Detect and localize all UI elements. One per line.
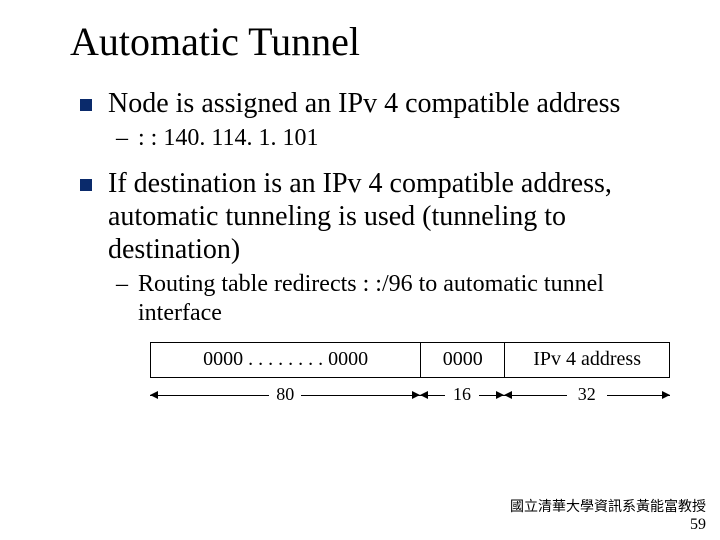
diagram-dimensions: 80 16 32 [150,384,670,406]
bullet-2-text: If destination is an IPv 4 compatible ad… [108,167,670,266]
diagram-cell-1: 0000 . . . . . . . . 0000 [151,343,421,377]
bullet-1-sub-1-text: : : 140. 114. 1. 101 [138,124,318,153]
dim-2: 16 [420,384,503,406]
dim-3: 32 [504,384,670,406]
bullet-2-sub-1-text: Routing table redirects : :/96 to automa… [138,270,670,328]
slide-title: Automatic Tunnel [70,18,670,65]
diagram-cell-3: IPv 4 address [505,343,669,377]
diagram-cell-2: 0000 [421,343,505,377]
address-diagram: 0000 . . . . . . . . 0000 0000 IPv 4 add… [150,342,670,406]
bullet-2-sub-1: – Routing table redirects : :/96 to auto… [116,270,670,328]
dim-1: 80 [150,384,420,406]
footer-org: 國立清華大學資訊系黃能富教授 [510,498,706,515]
page-number: 59 [510,515,706,534]
bullet-1-sub-1: – : : 140. 114. 1. 101 [116,124,670,153]
dim-1-label: 80 [272,384,298,405]
dash-icon: – [116,270,128,299]
bullet-1: Node is assigned an IPv 4 compatible add… [80,87,670,120]
bullet-2: If destination is an IPv 4 compatible ad… [80,167,670,266]
square-bullet-icon [80,99,92,111]
diagram-row: 0000 . . . . . . . . 0000 0000 IPv 4 add… [150,342,670,378]
bullet-1-text: Node is assigned an IPv 4 compatible add… [108,87,620,120]
dash-icon: – [116,124,128,153]
dim-3-label: 32 [574,384,600,405]
square-bullet-icon [80,179,92,191]
slide-footer: 國立清華大學資訊系黃能富教授 59 [510,498,706,534]
dim-2-label: 16 [449,384,475,405]
